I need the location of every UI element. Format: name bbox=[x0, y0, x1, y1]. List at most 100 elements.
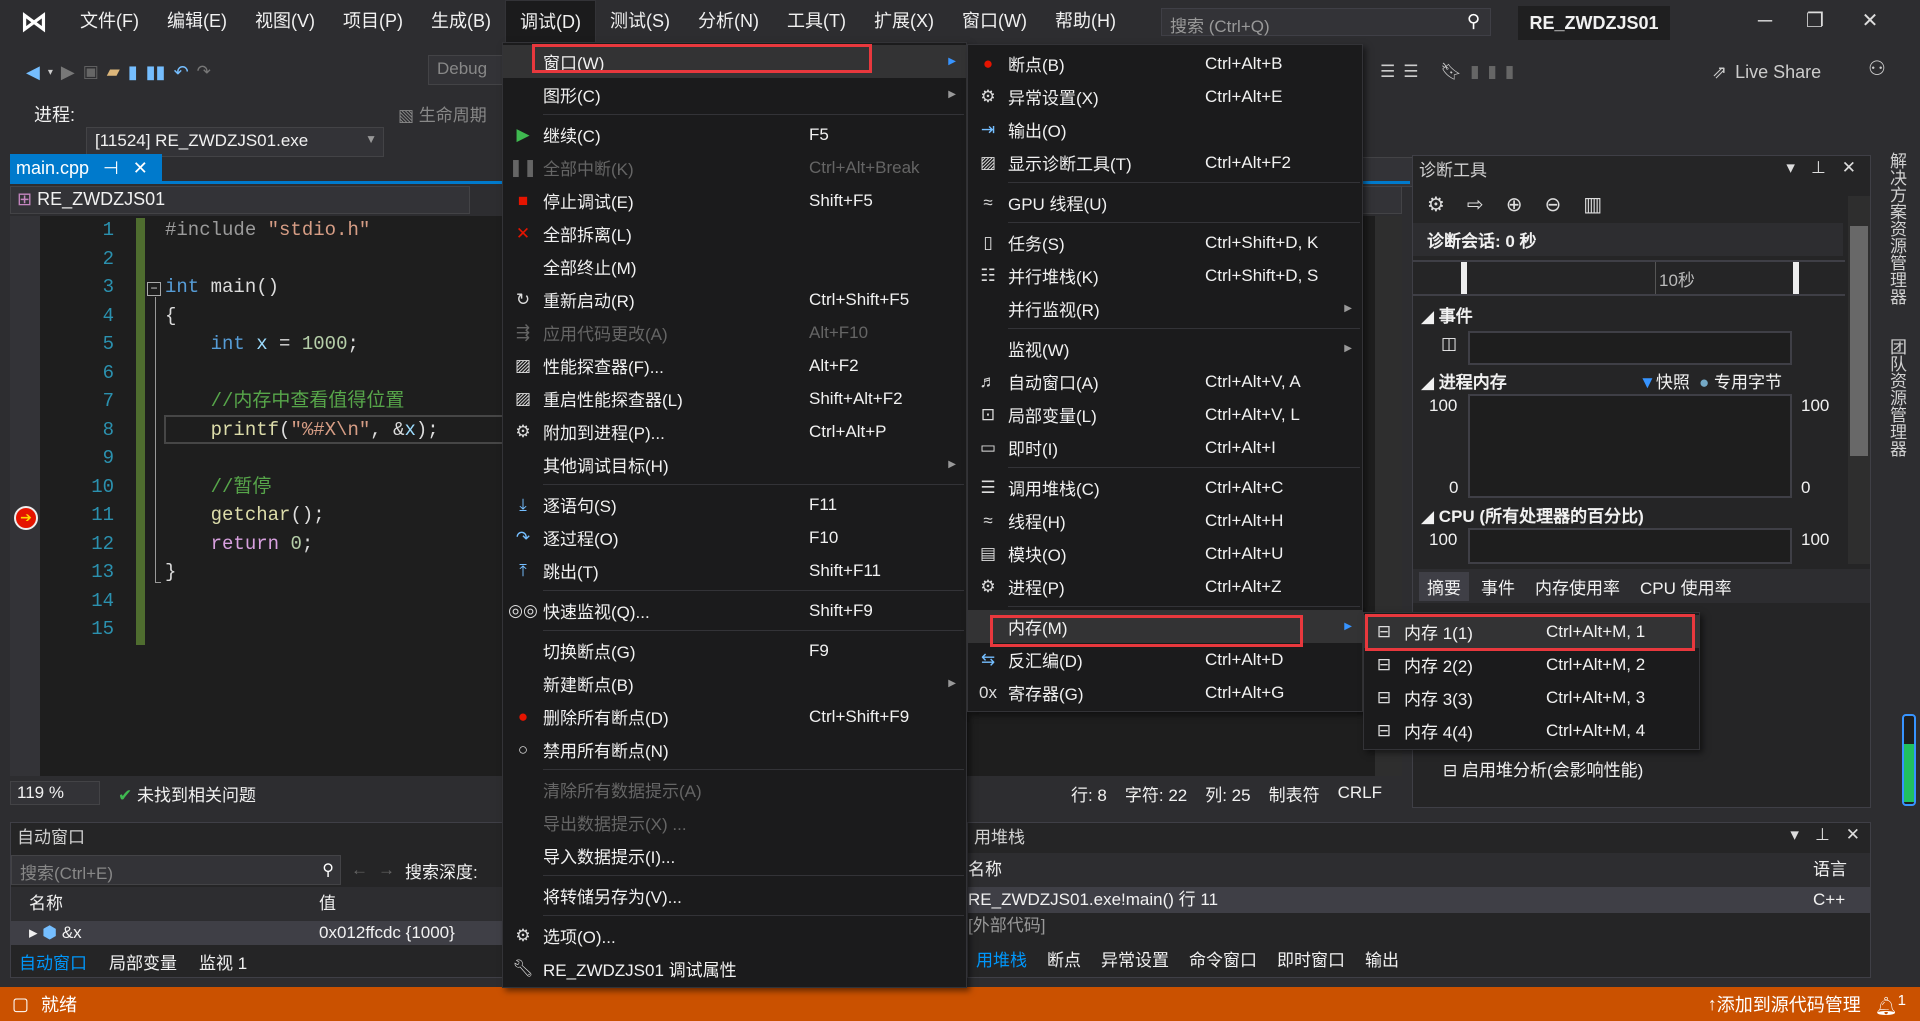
tabs-indicator[interactable]: 制表符 bbox=[1269, 781, 1320, 806]
menu-item[interactable]: 窗口(W) bbox=[948, 0, 1041, 42]
menu-item[interactable]: 图形(C) ▶ bbox=[503, 78, 966, 111]
save-icon[interactable]: ▮ bbox=[128, 62, 138, 83]
code-line[interactable]: printf("%#X\n", &x); bbox=[165, 416, 439, 445]
table-row[interactable]: [外部代码] bbox=[968, 913, 1870, 939]
timeline-ruler[interactable]: 10秒 bbox=[1413, 260, 1845, 296]
menu-item[interactable]: 新建断点(B) ▶ bbox=[503, 667, 966, 700]
diagnostics-scrollbar[interactable] bbox=[1848, 196, 1870, 564]
menu-item[interactable]: 生成(B) bbox=[417, 0, 505, 42]
autos-search-input[interactable]: 搜索(Ctrl+E) ⚲ bbox=[11, 855, 341, 885]
menu-item[interactable]: ⚙ 进程(P) Ctrl+Alt+Z bbox=[968, 570, 1362, 603]
menu-item[interactable]: ◎◎ 快速监视(Q)... Shift+F9 bbox=[503, 594, 966, 627]
menu-item[interactable]: ↷ 逐过程(O) F10 bbox=[503, 521, 966, 554]
menu-item[interactable]: 调试(D) bbox=[504, 0, 596, 42]
tab-bottom[interactable]: 异常设置 bbox=[1093, 944, 1177, 973]
code-line[interactable]: { bbox=[165, 302, 439, 331]
code-line[interactable]: getchar(); bbox=[165, 501, 439, 530]
tab-diagnostics[interactable]: 内存使用率 bbox=[1527, 572, 1628, 601]
menu-item[interactable]: ▨ 重启性能探查器(L) Shift+Alt+F2 bbox=[503, 382, 966, 415]
forward-arrow-icon[interactable]: → bbox=[378, 860, 395, 880]
cpu-chart[interactable] bbox=[1468, 528, 1792, 564]
tab-autos[interactable]: 自动窗口 bbox=[11, 947, 95, 976]
comment-icon[interactable]: ☰ bbox=[1380, 62, 1395, 82]
menu-item[interactable]: 导入数据提示(I)... bbox=[503, 839, 966, 872]
close-button[interactable]: ✕ bbox=[1845, 4, 1895, 38]
minimize-button[interactable]: ─ bbox=[1740, 4, 1790, 38]
column-name[interactable]: 名称 bbox=[29, 887, 319, 921]
pin-icon[interactable]: ⊥ bbox=[1815, 825, 1830, 845]
menu-item[interactable]: ❚❚ 全部中断(K) Ctrl+Alt+Break bbox=[503, 151, 966, 184]
bookmark-icon[interactable]: 🔖︎ bbox=[1441, 62, 1463, 82]
expand-icon[interactable]: ▸ bbox=[29, 923, 42, 942]
process-dropdown[interactable]: [11524] RE_ZWDZJS01.exe ▼ bbox=[86, 127, 384, 157]
menu-item[interactable]: ≈ GPU 线程(U) bbox=[968, 186, 1362, 219]
code-line[interactable] bbox=[165, 245, 439, 274]
menu-item[interactable]: ○ 禁用所有断点(N) bbox=[503, 733, 966, 766]
menu-item[interactable]: ⚙ 附加到进程(P)... Ctrl+Alt+P bbox=[503, 415, 966, 448]
menu-item[interactable]: ⊟ 内存 3(3) Ctrl+Alt+M, 3 bbox=[1364, 681, 1699, 714]
redo-icon[interactable]: ↷ bbox=[197, 62, 211, 82]
tab-diagnostics[interactable]: 摘要 bbox=[1419, 571, 1469, 601]
menu-item[interactable]: ▭ 即时(I) Ctrl+Alt+I bbox=[968, 431, 1362, 464]
tab-watch-1[interactable]: 监视 1 bbox=[191, 947, 255, 976]
timeline-start-handle[interactable] bbox=[1461, 262, 1467, 294]
events-track[interactable] bbox=[1468, 331, 1792, 365]
undo-icon[interactable]: ↶ bbox=[174, 62, 189, 83]
code-line[interactable] bbox=[165, 444, 439, 473]
export-icon[interactable]: ⇨ bbox=[1467, 192, 1484, 217]
save-all-icon[interactable]: ▮▮ bbox=[146, 62, 166, 83]
menu-item[interactable]: 🔧︎ RE_ZWDZJS01 调试属性 bbox=[503, 952, 966, 985]
uncomment-icon[interactable]: ☰ bbox=[1403, 62, 1418, 82]
menu-item[interactable]: ⤒ 跳出(T) Shift+F11 bbox=[503, 554, 966, 587]
search-input[interactable]: 搜索 (Ctrl+Q) ⚲ bbox=[1161, 8, 1491, 36]
tab-bottom[interactable]: 即时窗口 bbox=[1269, 944, 1353, 973]
close-tab-icon[interactable]: ✕ bbox=[133, 158, 148, 179]
menu-item[interactable]: ⊟ 内存 2(2) Ctrl+Alt+M, 2 bbox=[1364, 648, 1699, 681]
scrollbar-thumb[interactable] bbox=[1850, 226, 1868, 456]
dropdown-icon[interactable]: ▾ bbox=[1790, 825, 1799, 845]
zoom-out-icon[interactable]: ⊖ bbox=[1544, 192, 1561, 217]
menu-item[interactable]: ▤ 模块(O) Ctrl+Alt+U bbox=[968, 537, 1362, 570]
timeline-end-handle[interactable] bbox=[1793, 262, 1799, 294]
code-line[interactable]: #include "stdio.h" bbox=[165, 216, 439, 245]
menu-item[interactable]: 导出数据提示(X) ... bbox=[503, 806, 966, 839]
row-value[interactable]: 0x012ffcdc {1000} bbox=[319, 921, 455, 945]
tab-diagnostics[interactable]: 事件 bbox=[1473, 572, 1523, 601]
code-line[interactable]: //暂停 bbox=[165, 473, 439, 502]
menu-item[interactable]: ▨ 显示诊断工具(T) Ctrl+Alt+F2 bbox=[968, 146, 1362, 179]
collapse-icon[interactable]: − bbox=[147, 282, 161, 296]
code-line[interactable]: int main() bbox=[165, 273, 439, 302]
menu-item[interactable]: 清除所有数据提示(A) bbox=[503, 773, 966, 806]
project-nav-dropdown[interactable]: ⊞ RE_ZWDZJS01 bbox=[10, 186, 470, 214]
column-value[interactable]: 值 bbox=[319, 887, 336, 921]
code-line[interactable]: int x = 1000; bbox=[165, 330, 439, 359]
back-arrow-icon[interactable]: ← bbox=[351, 860, 368, 880]
menu-item[interactable]: 全部终止(M) bbox=[503, 250, 966, 283]
menu-item[interactable]: ■ 停止调试(E) Shift+F5 bbox=[503, 184, 966, 217]
menu-item[interactable]: 编辑(E) bbox=[153, 0, 241, 42]
tab-main-cpp[interactable]: main.cpp ⊣ ✕ bbox=[10, 154, 162, 182]
live-share-button[interactable]: ⇗ Live Share bbox=[1712, 56, 1821, 88]
menu-item[interactable]: 测试(S) bbox=[596, 0, 684, 42]
menu-item[interactable]: 扩展(X) bbox=[860, 0, 948, 42]
code-line[interactable]: } bbox=[165, 558, 439, 587]
column-language[interactable]: 语言 bbox=[1813, 853, 1847, 887]
tab-bottom[interactable]: 断点 bbox=[1039, 944, 1089, 973]
forward-icon[interactable]: ▶ bbox=[61, 62, 75, 83]
tab-bottom[interactable]: 用堆栈 bbox=[968, 944, 1035, 973]
tab-diagnostics[interactable]: CPU 使用率 bbox=[1632, 572, 1740, 601]
tab-locals[interactable]: 局部变量 bbox=[101, 947, 185, 976]
back-icon[interactable]: ◀ bbox=[26, 62, 40, 83]
pin-icon[interactable]: ⊥ bbox=[1811, 158, 1826, 178]
menu-item[interactable]: ⊡ 局部变量(L) Ctrl+Alt+V, L bbox=[968, 398, 1362, 431]
menu-item[interactable]: 监视(W) ▶ bbox=[968, 332, 1362, 365]
menu-item[interactable]: ▶ 继续(C) F5 bbox=[503, 118, 966, 151]
menu-item[interactable]: 其他调试目标(H) ▶ bbox=[503, 448, 966, 481]
code-line[interactable] bbox=[165, 615, 439, 644]
enable-heap-profiling-button[interactable]: ⊟ 启用堆分析(会影响性能) bbox=[1443, 756, 1643, 781]
events-section-header[interactable]: ◢ 事件 bbox=[1421, 302, 1473, 327]
close-icon[interactable]: ✕ bbox=[1842, 158, 1856, 178]
menu-item[interactable]: ↻ 重新启动(R) Ctrl+Shift+F5 bbox=[503, 283, 966, 316]
memory-chart[interactable] bbox=[1468, 394, 1792, 498]
search-icon[interactable]: ⚲ bbox=[1467, 11, 1480, 32]
